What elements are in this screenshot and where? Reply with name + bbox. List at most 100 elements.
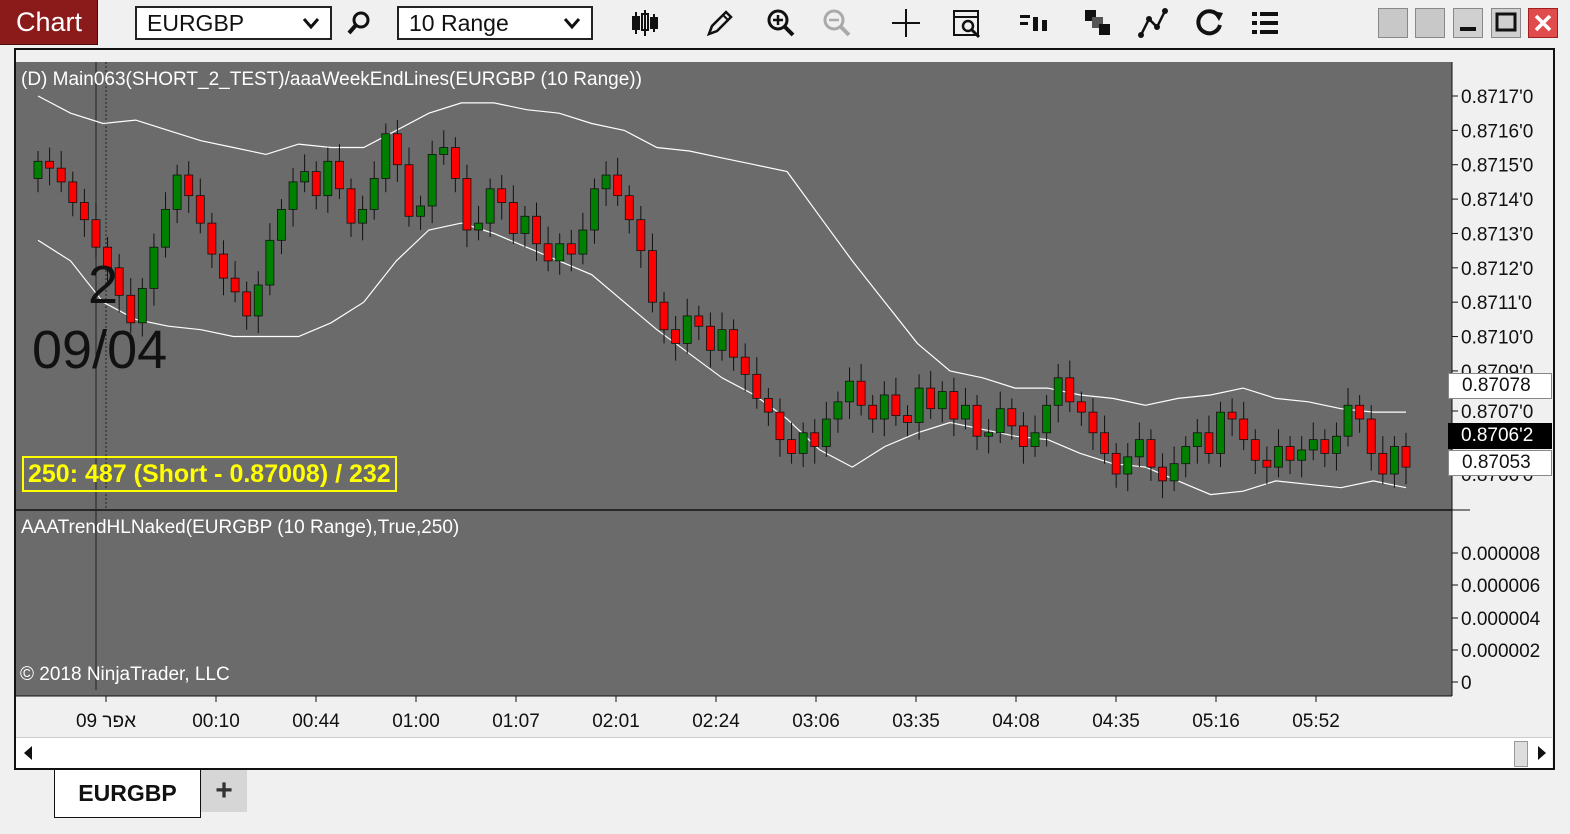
candle-down [1227,411,1237,420]
candle-up [845,380,854,403]
time-tick-label: 02:24 [692,711,740,732]
candle-down [648,250,657,303]
candle-up [474,222,483,231]
scroll-thumb[interactable] [1514,741,1528,767]
scroll-right-icon[interactable] [1536,746,1548,760]
candle-up [821,418,831,447]
scroll-left-icon[interactable] [22,746,34,760]
candle-down [1366,418,1376,454]
candle-up [1042,404,1052,434]
add-tab-button[interactable]: + [201,770,247,812]
candle-down [566,243,576,255]
candle-down [636,219,646,252]
candle-down [1378,452,1388,475]
indicator-tick-label: 0.000006 [1461,576,1540,597]
candle-up [1169,463,1179,482]
candle-down [810,432,820,447]
candle-down [1088,411,1098,434]
candle-up [323,160,333,197]
candle-down [346,188,356,224]
candle-up [937,391,947,410]
candle-up [601,174,611,190]
candle-up [300,171,310,183]
time-tick-label: 04:35 [1092,711,1140,732]
time-tick-label: 04:08 [992,711,1040,732]
time-tick-label: 01:07 [492,711,540,732]
price-tick-label: 0.8713'0 [1461,224,1533,245]
candle-down [1285,446,1295,461]
price-tick-label: 0.8711'0 [1461,293,1532,314]
candle-down [126,294,136,324]
candle-down [740,356,750,375]
candle-down [1320,439,1330,454]
candle-down [903,415,912,423]
price-tick-label: 0.8716'0 [1461,121,1533,142]
indicator-tick-label: 0 [1461,673,1472,694]
candle-up [381,133,391,179]
candle-up [798,432,808,454]
candle-down [1239,418,1249,441]
time-tick-label: 00:10 [192,711,240,732]
indicator-tick-label: 0.000002 [1461,641,1540,662]
candle-up [369,178,379,210]
candle-down [450,147,460,179]
time-tick-label: 05:52 [1292,711,1340,732]
lower-panel-title: AAATrendHLNaked(EURGBP (10 Range),True,2… [21,517,460,538]
time-tick-label: 05:16 [1192,711,1240,732]
trade-marker-date: 09/04 [32,320,168,380]
candle-down [219,253,228,279]
candle-up [1216,411,1225,454]
tab-eurgbp[interactable]: EURGBP [54,770,201,818]
candle-up [833,401,843,420]
price-tag-last-value: 0.8706'2 [1461,425,1534,446]
candle-up [1297,449,1307,461]
candle-down [926,387,936,410]
candle-up [1343,404,1353,437]
candle-up [879,394,889,420]
candle-down [671,329,681,344]
candle-down [497,188,507,203]
candle-down [45,160,54,169]
main-panel-title: (D) Main063(SHORT_2_TEST)/aaaWeekEndLine… [21,69,642,90]
candle-down [1065,377,1075,403]
candle-up [1053,377,1063,406]
candle-down [1019,425,1028,447]
candle-up [485,188,495,224]
candle-down [706,325,715,351]
price-tick-label: 0.8712'0 [1461,259,1533,280]
time-tick-label: 03:06 [792,711,840,732]
candle-up [427,154,437,207]
time-tick-label: 01:00 [392,711,440,732]
candle-up [1123,456,1133,475]
candle-up [1332,435,1341,454]
candle-down [624,195,634,221]
candle-down [775,411,785,441]
candle-down [1401,446,1411,468]
candle-up [1308,439,1318,451]
candle-down [856,380,866,406]
time-tick-label: 03:35 [892,711,940,732]
candle-down [207,222,217,255]
copyright-text: © 2018 NinjaTrader, LLC [20,664,230,685]
candle-down [1355,404,1365,420]
candle-up [1134,439,1144,458]
trade-marker-number: 2 [88,255,119,315]
candle-down [1250,439,1260,461]
candle-down [56,167,66,183]
candle-down [335,160,344,190]
candle-up [253,284,263,317]
candle-down [392,133,402,166]
price-tick-label: 0.8707'0 [1461,402,1533,423]
horizontal-scrollbar[interactable] [16,737,1552,768]
indicator-tick-label: 0.000008 [1461,544,1540,565]
price-chart[interactable]: 0.8717'0 0.8716'0 0.8715'0 0.8714'0 0.8713'0… [0,0,1570,834]
strategy-stat-box: 250: 487 (Short - 0.87008) / 232 [22,456,397,492]
candle-down [404,164,414,217]
candle-down [1100,432,1109,454]
candle-up [717,329,727,351]
candle-up [995,408,1005,434]
candle-down [1158,466,1167,482]
candle-down [311,171,321,197]
candle-up [1181,446,1191,465]
candle-down [1204,432,1214,454]
